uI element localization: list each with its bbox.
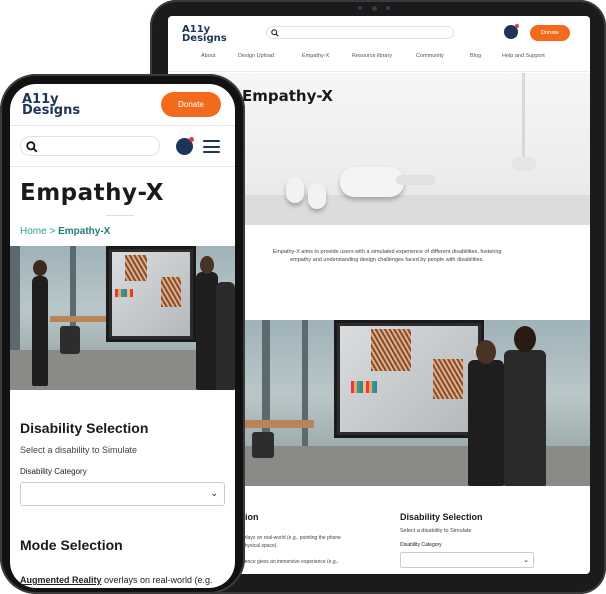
nav-item-resource-library[interactable]: Resource library [352,53,392,59]
disability-selection-title: Disability Selection [20,420,149,436]
disability-category-select[interactable]: ⌄ [20,482,225,506]
tablet-camera [372,6,377,11]
tablet-disability-select[interactable]: ⌄ [400,552,534,568]
tablet-donate-button[interactable]: Donate [530,25,570,41]
hero-lamp [522,73,525,161]
mode-ar-description: Augmented Reality overlays on real-world… [20,575,213,585]
tablet-sensor [358,6,362,10]
hero-lamp-base [512,157,536,171]
nav-item-blog[interactable]: Blog [470,53,481,59]
tablet-nav: About Design Upload Empathy-X Resource l… [168,53,590,65]
phone-search-input[interactable] [20,136,160,156]
tablet-hero-title: Empathy-X [242,87,333,105]
tablet-search-input[interactable] [266,26,454,39]
breadcrumb-current: Empathy-X [58,226,111,237]
hero-vr-headset [340,167,436,197]
mode-ar-text: overlays on real-world (e.g. [101,575,213,585]
search-icon [26,141,38,153]
tablet-mode-text-3: rience gives an immersive experience (e.… [242,559,339,565]
hero-controller-right [308,183,326,209]
mode-selection-title: Mode Selection [20,537,123,553]
hero-controller-left [286,177,304,203]
chevron-down-icon: ⌄ [523,557,529,564]
nav-item-empathy-x[interactable]: Empathy-X [302,53,329,59]
nav-item-about[interactable]: About [201,53,215,59]
toolbar-divider [10,166,235,167]
mode-ar-label: Augmented Reality [20,575,102,585]
tablet-disability-label: Disability Category [400,542,442,548]
tablet-disability-subtitle: Select a disability to Simulate [400,528,472,534]
breadcrumb: Home > Empathy-X [20,226,110,237]
tablet-disability-title: Disability Selection [400,512,483,522]
nav-item-community[interactable]: Community [416,53,444,59]
phone-donate-button[interactable]: Donate [161,92,221,117]
disability-category-label: Disability Category [20,467,87,476]
phone-device: A11y Designs Donate Empathy-X Home > Emp… [0,74,245,594]
tablet-description: Empathy-X aims to provide users with a s… [272,249,502,263]
tablet-mode-text-2: physical space). [242,543,278,549]
tablet-sensor-2 [386,6,390,10]
user-icon[interactable] [176,137,194,155]
chevron-down-icon: ⌄ [210,488,218,498]
breadcrumb-separator: > [49,226,56,237]
phone-logo[interactable]: A11y Designs [22,93,80,117]
phone-office-photo [10,246,235,390]
nav-item-help-support[interactable]: Help and Support [502,53,545,59]
tablet-mode-text-1: erlays on real-world (e.g., pointing the… [242,535,341,541]
tablet-header: A11y Designs Donate About Design Upload … [168,16,590,72]
nav-item-design-upload[interactable]: Design Upload [238,53,274,59]
tablet-logo[interactable]: A11y Designs [182,25,227,44]
title-divider [106,215,134,216]
search-icon [271,29,279,37]
breadcrumb-home[interactable]: Home [20,226,47,237]
phone-screen: A11y Designs Donate Empathy-X Home > Emp… [10,84,235,588]
page-title: Empathy-X [20,180,164,206]
user-icon[interactable] [504,24,519,39]
disability-selection-subtitle: Select a disability to Simulate [20,445,138,455]
header-divider [10,125,235,126]
hamburger-menu-icon[interactable] [203,140,220,153]
tablet-office-photo [242,320,590,486]
